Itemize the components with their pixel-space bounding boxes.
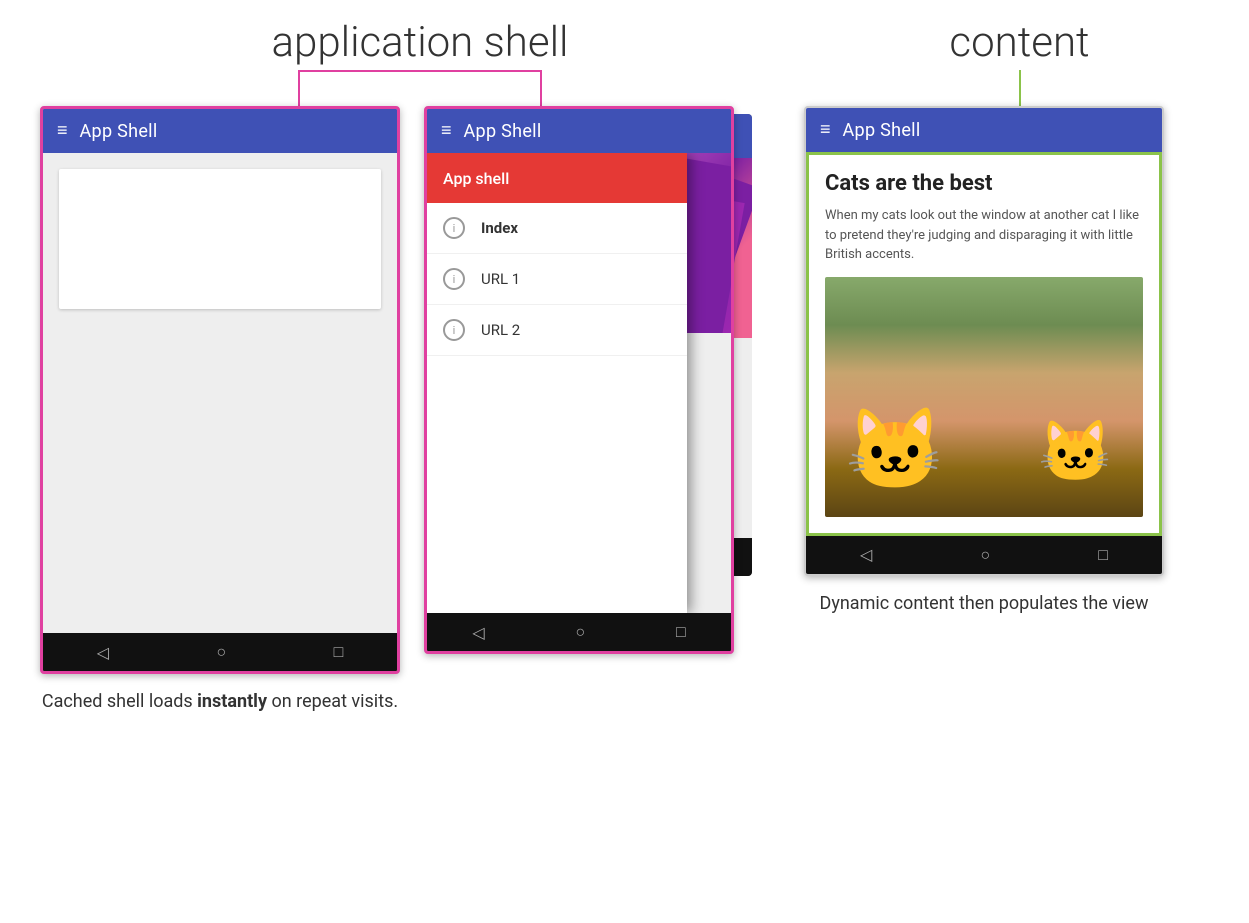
right-app-bar: ≡ App Shell <box>806 108 1162 152</box>
middle-hamburger-icon: ≡ <box>441 122 452 140</box>
caption-instantly: instantly <box>197 691 267 712</box>
hamburger-icon: ≡ <box>57 122 68 140</box>
drawer-item-url1[interactable]: i URL 1 <box>427 254 687 305</box>
drawer-item-icon-3: i <box>443 319 465 341</box>
green-connector-line <box>1019 70 1021 106</box>
placeholder-content-box <box>59 169 381 309</box>
middle-recents-icon[interactable]: □ <box>676 622 686 642</box>
left-caption: Cached shell loads instantly on repeat v… <box>42 688 398 715</box>
left-app-bar: ≡ App Shell <box>43 109 397 153</box>
cat-image <box>825 277 1143 517</box>
middle-nav-bar: ◁ ○ □ <box>427 613 731 651</box>
middle-app-bar: ≡ App Shell <box>427 109 731 153</box>
right-nav-bar: ◁ ○ □ <box>806 536 1162 574</box>
middle-phone-wrapper: ≡ App Shell ◁ ○ □ <box>424 106 764 654</box>
bracket-horizontal-line <box>298 70 541 72</box>
app-shell-heading: application shell <box>272 20 569 66</box>
drawer-header: App shell <box>427 153 687 203</box>
right-home-icon[interactable]: ○ <box>980 545 990 565</box>
drawer-item-icon-2: i <box>443 268 465 290</box>
right-phone: ≡ App Shell Cats are the best When my ca… <box>804 106 1164 576</box>
right-app-bar-title: App Shell <box>843 120 921 141</box>
drawer-item-index[interactable]: i Index <box>427 203 687 254</box>
middle-phone-body: App shell i Index i URL 1 i <box>427 153 731 613</box>
right-hamburger-icon: ≡ <box>820 121 831 139</box>
bracket-right-down <box>540 70 542 106</box>
drawer-item-label-2: URL 1 <box>481 270 520 288</box>
card-title: Cats are the best <box>825 171 1143 196</box>
left-app-bar-title: App Shell <box>80 121 158 142</box>
home-icon[interactable]: ○ <box>216 642 226 662</box>
drawer-item-label-1: Index <box>481 219 518 237</box>
back-icon[interactable]: ◁ <box>97 643 109 662</box>
drawer-item-url2[interactable]: i URL 2 <box>427 305 687 356</box>
caption-prefix: Cached shell loads <box>42 691 197 712</box>
left-phone-section: ≡ App Shell ◁ ○ □ Cached shell loads ins… <box>40 106 400 715</box>
middle-app-bar-title: App Shell <box>464 121 542 142</box>
content-label-area: content <box>830 20 1209 106</box>
app-shell-label-area: application shell <box>40 20 800 106</box>
right-recents-icon[interactable]: □ <box>1098 545 1108 565</box>
middle-phone-section: ≡ App Shell ◁ ○ □ <box>424 106 764 654</box>
right-caption: Dynamic content then populates the view <box>820 590 1149 617</box>
middle-back-icon[interactable]: ◁ <box>472 623 484 642</box>
drawer-item-icon-1: i <box>443 217 465 239</box>
recents-icon[interactable]: □ <box>334 642 344 662</box>
right-phone-body: Cats are the best When my cats look out … <box>806 152 1162 536</box>
caption-suffix: on repeat visits. <box>267 691 398 712</box>
bracket-connector <box>230 70 610 106</box>
right-phone-section: ≡ App Shell Cats are the best When my ca… <box>804 106 1164 617</box>
middle-home-icon[interactable]: ○ <box>575 622 585 642</box>
left-nav-bar: ◁ ○ □ <box>43 633 397 671</box>
left-phone-body <box>43 153 397 633</box>
nav-drawer: App shell i Index i URL 1 i <box>427 153 687 613</box>
bracket-left-down <box>298 70 300 106</box>
content-heading: content <box>949 20 1089 66</box>
card-text: When my cats look out the window at anot… <box>825 206 1143 265</box>
left-phone: ≡ App Shell ◁ ○ □ <box>40 106 400 674</box>
drawer-header-text: App shell <box>443 169 509 188</box>
middle-phone-front: ≡ App Shell <box>424 106 734 654</box>
drawer-item-label-3: URL 2 <box>481 321 520 339</box>
content-card: Cats are the best When my cats look out … <box>806 152 1162 536</box>
right-back-icon[interactable]: ◁ <box>860 545 872 564</box>
